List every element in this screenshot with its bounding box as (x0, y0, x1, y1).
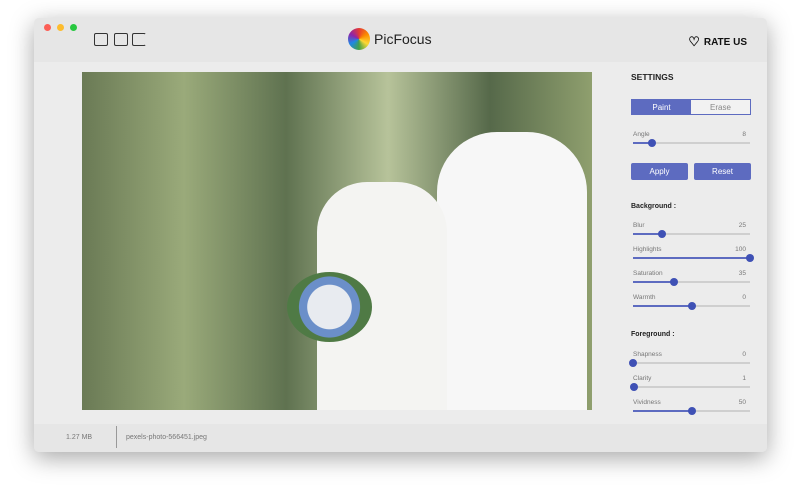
zoom-button[interactable] (70, 24, 77, 31)
file-name: pexels-photo-566451.jpeg (126, 434, 207, 441)
blur-knob[interactable] (658, 230, 667, 238)
shapness-track[interactable] (629, 359, 750, 367)
vividness-label: Vividness (633, 399, 661, 406)
saturation-fill (633, 281, 674, 283)
app-window: PicFocus ♡ RATE US SETTINGS Paint Erase … (34, 18, 767, 452)
mode-toggle: Paint Erase (631, 99, 751, 115)
warmth-track[interactable] (633, 302, 750, 310)
minimize-button[interactable] (57, 24, 64, 31)
angle-label: Angle (633, 131, 650, 138)
photo-bouquet (287, 272, 372, 342)
vividness-knob[interactable] (687, 407, 696, 415)
photo-canvas[interactable] (82, 72, 592, 410)
saturation-value: 35 (738, 270, 746, 277)
warmth-fill (633, 305, 692, 307)
vividness-value: 50 (738, 399, 746, 406)
background-heading: Background : (631, 203, 677, 210)
highlights-knob[interactable] (746, 254, 754, 262)
apply-button[interactable]: Apply (631, 163, 688, 180)
blur-label: Blur (633, 222, 645, 229)
blur-track[interactable] (633, 230, 750, 238)
erase-tab[interactable]: Erase (691, 100, 750, 114)
rate-us-label: RATE US (703, 36, 747, 48)
highlights-fill (633, 257, 750, 259)
shapness-label: Shapness (633, 351, 662, 358)
vividness-track[interactable] (633, 407, 750, 415)
vividness-fill (633, 410, 692, 412)
settings-title: SETTINGS (631, 72, 674, 82)
shapness-slider[interactable]: Shapness 0 (629, 351, 750, 367)
clarity-knob[interactable] (630, 383, 639, 391)
blur-value: 25 (738, 222, 746, 229)
app-logo: PicFocus (348, 28, 432, 50)
logo-icon (348, 28, 370, 50)
photo-subject-groom (437, 132, 587, 410)
warmth-slider[interactable]: Warmth 0 (633, 294, 750, 310)
foreground-heading: Foreground : (631, 331, 675, 338)
clarity-slider[interactable]: Clarity 1 (630, 375, 750, 391)
close-button[interactable] (44, 24, 51, 31)
clarity-track[interactable] (630, 383, 750, 391)
saturation-track[interactable] (633, 278, 750, 286)
saturation-slider[interactable]: Saturation 35 (633, 270, 750, 286)
status-bar: 1.27 MB pexels-photo-566451.jpeg (34, 424, 767, 452)
settings-panel: SETTINGS Paint Erase Angle 8 Apply Reset… (617, 62, 767, 424)
divider (116, 426, 117, 448)
highlights-track[interactable] (633, 254, 754, 262)
title-bar: PicFocus ♡ RATE US (34, 18, 767, 62)
open-image-icon[interactable] (94, 33, 108, 46)
warmth-value: 0 (742, 294, 746, 301)
vividness-slider[interactable]: Vividness 50 (633, 399, 750, 415)
rate-us-button[interactable]: ♡ RATE US (688, 34, 747, 50)
save-icon[interactable] (114, 33, 128, 46)
saturation-knob[interactable] (669, 278, 678, 286)
highlights-slider[interactable]: Highlights 100 (633, 246, 754, 262)
reset-button[interactable]: Reset (694, 163, 751, 180)
warmth-knob[interactable] (687, 302, 696, 310)
highlights-value: 100 (735, 246, 746, 253)
paint-tab[interactable]: Paint (632, 100, 691, 114)
blur-slider[interactable]: Blur 25 (633, 222, 750, 238)
shapness-knob[interactable] (629, 359, 637, 367)
shapness-value: 0 (742, 351, 746, 358)
warmth-label: Warmth (633, 294, 656, 301)
angle-knob[interactable] (647, 139, 656, 147)
app-title: PicFocus (374, 31, 432, 47)
highlights-label: Highlights (633, 246, 662, 253)
share-icon[interactable] (132, 33, 146, 46)
saturation-label: Saturation (633, 270, 663, 277)
clarity-value: 1 (742, 375, 746, 382)
angle-value: 8 (742, 131, 746, 138)
heart-icon: ♡ (688, 34, 700, 49)
file-size: 1.27 MB (66, 434, 93, 441)
clarity-label: Clarity (633, 375, 652, 382)
angle-slider[interactable]: Angle 8 (633, 131, 750, 147)
